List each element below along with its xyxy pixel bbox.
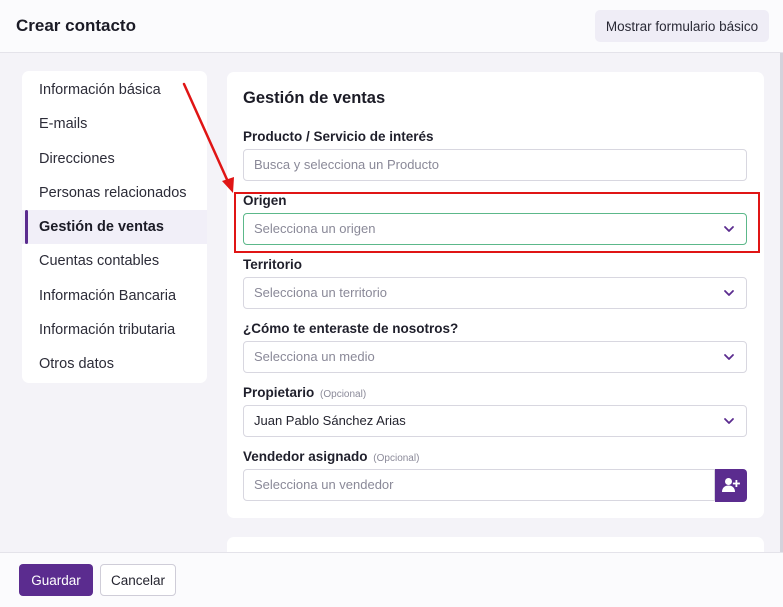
sidebar-item-personas-relacionados[interactable]: Personas relacionados: [22, 176, 207, 210]
cancel-button[interactable]: Cancelar: [100, 564, 176, 596]
chevron-down-icon: [724, 290, 734, 296]
modal-header: Crear contacto Mostrar formulario básico: [0, 0, 783, 53]
sidebar-item-gestion-de-ventas[interactable]: Gestión de ventas: [22, 210, 207, 245]
product-placeholder: Busca y selecciona un Producto: [254, 157, 439, 172]
territory-select[interactable]: Selecciona un territorio: [243, 277, 747, 309]
sidebar-item-direcciones[interactable]: Direcciones: [22, 142, 207, 176]
chevron-down-icon: [724, 226, 734, 232]
seller-label-text: Vendedor asignado: [243, 449, 368, 464]
sales-management-card: Gestión de ventas Producto / Servicio de…: [227, 72, 764, 518]
seller-placeholder: Selecciona un vendedor: [254, 477, 394, 492]
sidebar-nav: Información básica E-mails Direcciones P…: [22, 71, 207, 383]
add-seller-button[interactable]: [715, 469, 747, 502]
source-placeholder: Selecciona un medio: [254, 349, 375, 364]
sidebar-item-informacion-tributaria[interactable]: Información tributaria: [22, 313, 207, 347]
chevron-down-icon: [724, 354, 734, 360]
owner-label-text: Propietario: [243, 385, 315, 400]
sidebar-item-otros-datos[interactable]: Otros datos: [22, 347, 207, 381]
save-button[interactable]: Guardar: [19, 564, 93, 596]
sidebar-item-informacion-bancaria[interactable]: Información Bancaria: [22, 279, 207, 313]
origin-label: Origen: [243, 193, 287, 208]
territory-label: Territorio: [243, 257, 303, 272]
sidebar-item-cuentas-contables[interactable]: Cuentas contables: [22, 244, 207, 278]
page-title: Crear contacto: [16, 16, 136, 35]
seller-label: Vendedor asignado (Opcional): [243, 449, 419, 464]
user-plus-icon: [722, 478, 740, 492]
source-select[interactable]: Selecciona un medio: [243, 341, 747, 373]
product-search-input[interactable]: Busca y selecciona un Producto: [243, 149, 747, 181]
chevron-down-icon: [724, 418, 734, 424]
owner-label: Propietario (Opcional): [243, 385, 366, 400]
origin-placeholder: Selecciona un origen: [254, 221, 376, 236]
section-title: Gestión de ventas: [243, 89, 386, 107]
seller-select[interactable]: Selecciona un vendedor: [243, 469, 715, 501]
optional-tag: (Opcional): [320, 389, 367, 400]
modal-footer: Guardar Cancelar: [0, 552, 783, 607]
owner-value: Juan Pablo Sánchez Arias: [254, 413, 406, 428]
product-label: Producto / Servicio de interés: [243, 129, 434, 144]
show-basic-form-button[interactable]: Mostrar formulario básico: [595, 10, 769, 42]
sidebar-item-informacion-basica[interactable]: Información básica: [22, 73, 207, 107]
optional-tag: (Opcional): [373, 453, 420, 464]
origin-select[interactable]: Selecciona un origen: [243, 213, 747, 245]
territory-placeholder: Selecciona un territorio: [254, 285, 387, 300]
source-label: ¿Cómo te enteraste de nosotros?: [243, 321, 459, 336]
owner-select[interactable]: Juan Pablo Sánchez Arias: [243, 405, 747, 437]
sidebar-item-emails[interactable]: E-mails: [22, 107, 207, 141]
